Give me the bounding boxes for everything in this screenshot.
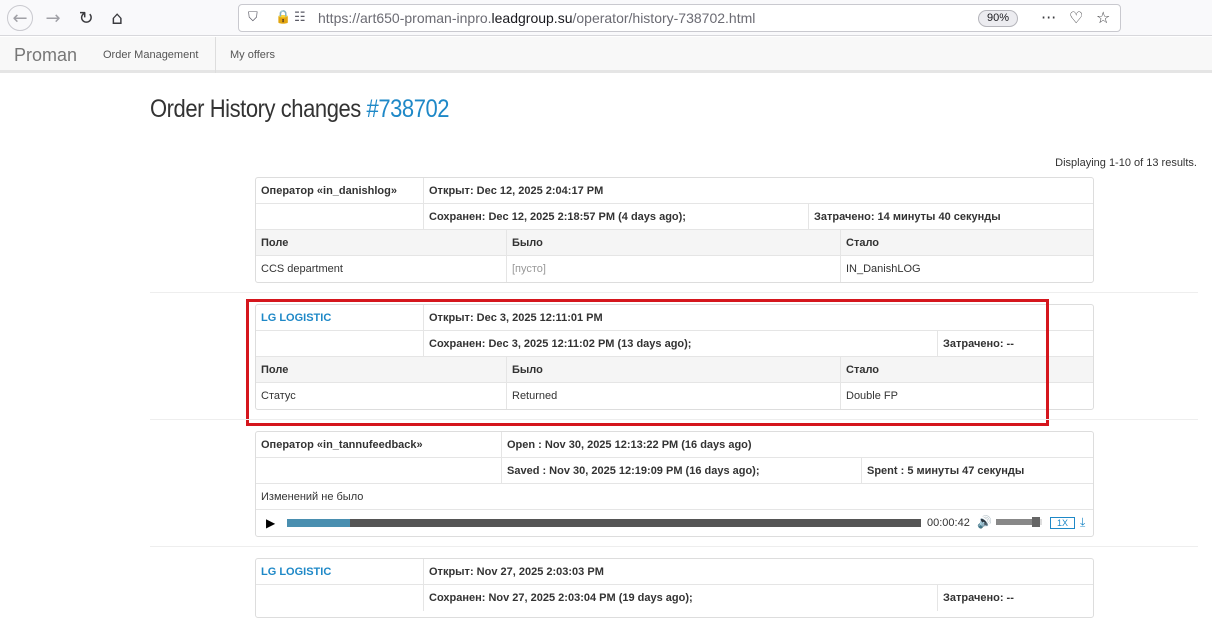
opened-time: Open : Nov 30, 2025 12:13:22 PM (16 days… [501,432,1093,457]
saved-time: Saved : Nov 30, 2025 12:19:09 PM (16 day… [501,458,861,483]
address-bar[interactable]: ⛉ 🔒 ☷ https://art650-proman-inpro.leadgr… [238,4,1121,32]
more-actions-icon[interactable]: ··· [1041,8,1056,27]
permissions-icon[interactable]: ☷ [294,10,306,25]
change-field: CCS department [261,263,343,275]
spent-time: Затрачено: -- [937,585,1093,611]
change-was: [пусто] [506,256,840,282]
saved-time: Сохранен: Nov 27, 2025 2:03:04 PM (19 da… [423,585,937,611]
playback-speed-button[interactable]: 1X [1050,517,1075,529]
column-header-became: Стало [840,230,1093,255]
divider [150,546,1198,547]
url-text[interactable]: https://art650-proman-inpro.leadgroup.su… [318,10,755,26]
operator-name: Оператор «in_danishlog» [261,185,397,197]
change-became: IN_DanishLOG [840,256,1093,282]
divider [150,292,1198,293]
zoom-level[interactable]: 90% [978,10,1018,27]
opened-time: Открыт: Nov 27, 2025 2:03:03 PM [423,559,1093,584]
browser-toolbar: ← → ↻ ⌂ ⛉ 🔒 ☷ https://art650-proman-inpr… [0,0,1212,36]
history-record: Оператор «in_tannufeedback» Open : Nov 3… [255,431,1094,537]
history-record: LG LOGISTIC Открыт: Nov 27, 2025 2:03:03… [255,558,1094,618]
audio-progress-fill [287,519,351,527]
download-icon[interactable]: ⤓ [1080,515,1085,530]
app-navbar: Proman Order Management My offers [0,37,1212,73]
play-icon[interactable]: ▶ [266,516,275,530]
volume-fill [996,519,1033,525]
pocket-icon[interactable]: ♡ [1069,8,1083,27]
column-header-field: Поле [261,237,289,249]
insecure-lock-icon[interactable]: 🔒 [275,10,291,25]
audio-progress-bar[interactable] [287,519,921,527]
spent-time: Spent : 5 минуты 47 секунды [861,458,1093,483]
audio-player: ▶ 00:00:42 🔊 1X ⤓ [256,510,1093,536]
brand-logo[interactable]: Proman [14,45,77,66]
divider [150,419,1198,420]
volume-icon[interactable]: 🔊 [977,515,992,529]
home-icon[interactable]: ⌂ [104,5,130,31]
forward-arrow-icon[interactable]: → [40,5,66,31]
page-title: Order History changes #738702 [150,95,450,123]
operator-link[interactable]: LG LOGISTIC [256,559,423,584]
results-summary: Displaying 1-10 of 13 results. [1055,157,1197,169]
reload-icon[interactable]: ↻ [73,5,99,31]
back-arrow-icon[interactable]: ← [7,5,33,31]
shield-icon[interactable]: ⛉ [248,10,258,25]
column-header-was: Было [506,230,840,255]
bookmark-star-icon[interactable]: ☆ [1096,8,1110,27]
opened-time: Открыт: Dec 12, 2025 2:04:17 PM [423,178,1093,203]
audio-time: 00:00:42 [927,517,970,529]
menu-order-management[interactable]: Order Management [86,37,217,73]
order-id-link[interactable]: #738702 [367,95,450,123]
volume-handle[interactable] [1032,517,1040,527]
operator-name: Оператор «in_tannufeedback» [261,439,423,451]
spent-time: Затрачено: 14 минуты 40 секунды [808,204,1093,229]
no-changes-note: Изменений не было [261,491,364,503]
menu-my-offers[interactable]: My offers [213,37,292,73]
history-record: Оператор «in_danishlog» Открыт: Dec 12, … [255,177,1094,283]
saved-time: Сохранен: Dec 12, 2025 2:18:57 PM (4 day… [423,204,808,229]
highlight-annotation [246,299,1049,426]
